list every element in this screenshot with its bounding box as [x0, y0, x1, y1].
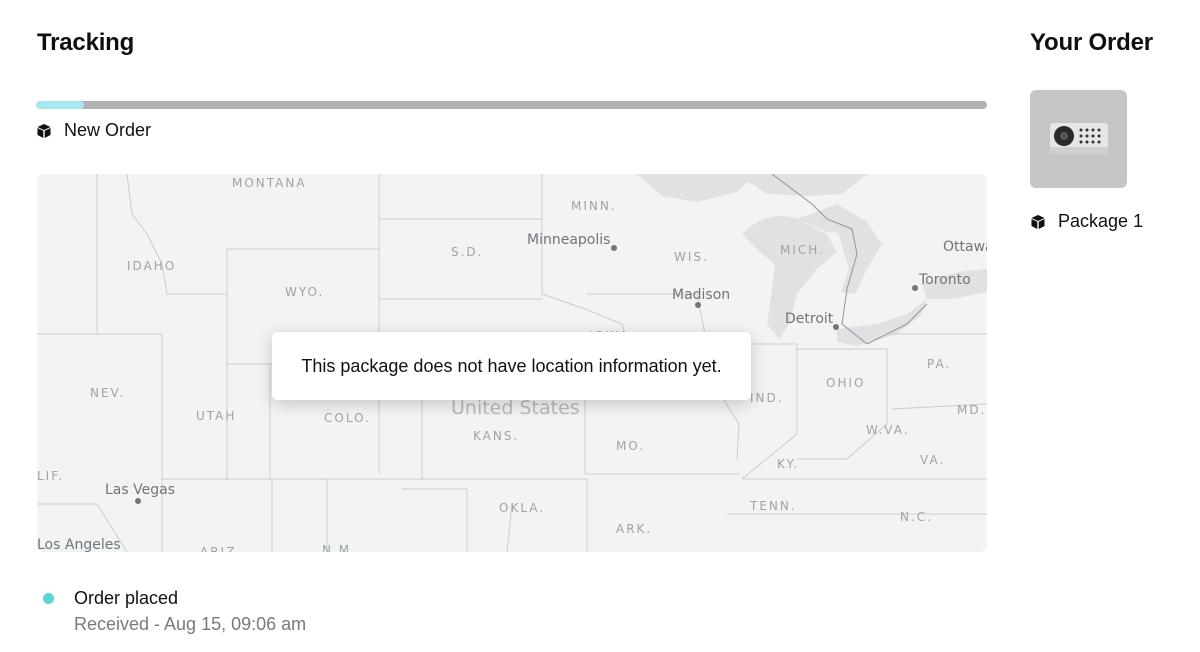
svg-text:S.D.: S.D. — [451, 245, 484, 259]
svg-text:Los Angeles: Los Angeles — [37, 537, 121, 552]
svg-text:TENN.: TENN. — [749, 499, 797, 513]
package-item[interactable]: Package 1 — [1030, 211, 1143, 232]
svg-text:Detroit: Detroit — [785, 311, 834, 327]
svg-text:Ottawa: Ottawa — [943, 239, 987, 255]
svg-text:MICH.: MICH. — [780, 243, 825, 257]
svg-text:MINN.: MINN. — [571, 199, 617, 213]
svg-text:Las Vegas: Las Vegas — [105, 482, 175, 498]
svg-text:MO.: MO. — [616, 439, 645, 453]
svg-text:KANS.: KANS. — [473, 429, 519, 443]
svg-text:NEV.: NEV. — [90, 386, 125, 400]
timeline-event-title: Order placed — [74, 588, 179, 608]
tracking-status-label: New Order — [64, 120, 152, 140]
svg-text:UTAH: UTAH — [196, 409, 236, 423]
package-icon — [36, 123, 52, 139]
timeline-dot — [43, 593, 54, 604]
timeline-event-subtitle: Received - Aug 15, 09:06 am — [74, 614, 307, 634]
package-label: Package 1 — [1058, 211, 1144, 231]
svg-text:IDAHO: IDAHO — [127, 259, 176, 273]
svg-text:ARIZ.: ARIZ. — [200, 545, 242, 552]
package-icon — [1030, 214, 1046, 230]
tracking-status: New Order — [36, 120, 151, 141]
svg-text:N.C.: N.C. — [900, 510, 933, 524]
svg-text:Toronto: Toronto — [918, 272, 971, 288]
svg-text:MONTANA: MONTANA — [232, 176, 307, 190]
svg-text:OHIO: OHIO — [826, 376, 865, 390]
svg-text:COLO.: COLO. — [324, 411, 371, 425]
svg-text:VA.: VA. — [920, 453, 945, 467]
your-order-title: Your Order — [1030, 29, 1153, 56]
svg-text:PA.: PA. — [927, 357, 951, 371]
tracking-progress-fill — [36, 101, 84, 109]
no-location-notice: This package does not have location info… — [272, 332, 751, 400]
tracking-title: Tracking — [37, 29, 135, 56]
svg-text:LIF.: LIF. — [37, 469, 64, 483]
svg-text:Madison: Madison — [672, 287, 730, 303]
product-image — [1049, 123, 1108, 154]
svg-text:KY.: KY. — [777, 457, 799, 471]
svg-text:MD.: MD. — [957, 403, 986, 417]
svg-text:IND.: IND. — [750, 391, 784, 405]
tracking-progress-bar — [36, 101, 987, 109]
svg-text:WIS.: WIS. — [674, 250, 709, 264]
svg-text:W.VA.: W.VA. — [866, 423, 910, 437]
product-thumbnail[interactable] — [1030, 90, 1127, 188]
svg-text:OKLA.: OKLA. — [499, 501, 545, 515]
svg-text:Minneapolis: Minneapolis — [527, 232, 610, 248]
svg-text:ARK.: ARK. — [616, 522, 652, 536]
svg-text:WYO.: WYO. — [285, 285, 324, 299]
svg-text:N.M.: N.M. — [322, 543, 357, 552]
svg-text:United States: United States — [451, 397, 580, 419]
